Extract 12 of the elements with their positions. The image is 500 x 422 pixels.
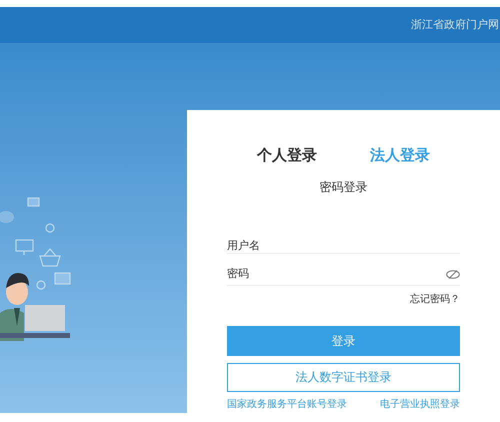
login-button[interactable]: 登录 [227, 326, 460, 356]
portal-link[interactable]: 浙江省政府门户网 [411, 16, 499, 34]
forgot-password-link[interactable]: 忘记密码？ [410, 292, 460, 306]
certificate-login-button[interactable]: 法人数字证书登录 [227, 362, 460, 392]
login-tab[interactable]: 法人登录 [370, 144, 430, 166]
login-method-title: 密码登录 [318, 178, 368, 196]
alternate-login-link[interactable]: 电子营业执照登录 [380, 396, 460, 412]
alternate-login-link[interactable]: 国家政务服务平台账号登录 [227, 396, 347, 412]
hidden-eye-icon[interactable] [446, 270, 460, 279]
username-field[interactable]: 用户名 [227, 238, 460, 254]
password-field[interactable]: 密码 [227, 266, 446, 283]
login-tab[interactable]: 个人登录 [257, 144, 317, 166]
